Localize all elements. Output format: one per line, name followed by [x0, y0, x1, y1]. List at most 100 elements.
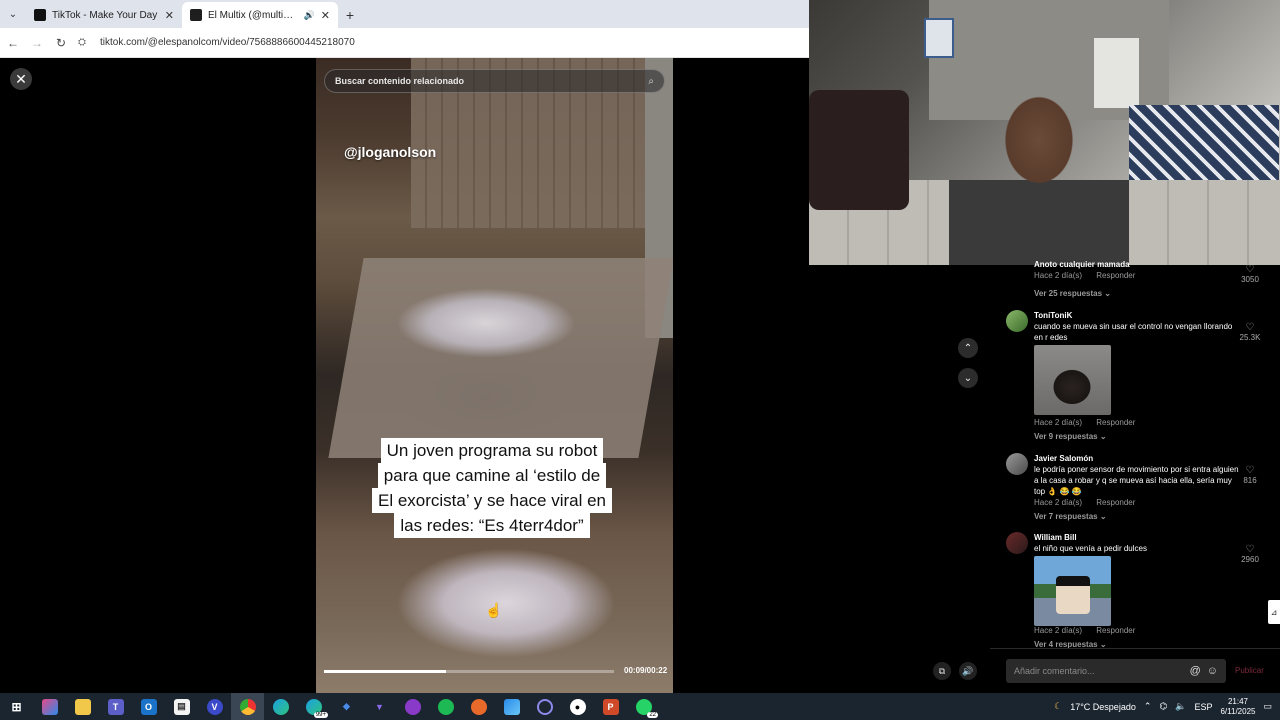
taskbar-app[interactable]	[528, 693, 561, 720]
comment-image-roblox[interactable]	[1034, 556, 1111, 626]
publish-button[interactable]: Publicar	[1235, 666, 1264, 675]
powerpoint-icon: P	[602, 698, 619, 715]
language-indicator[interactable]: ESP	[1194, 702, 1212, 712]
next-video-button[interactable]: ⌄	[958, 368, 978, 388]
chevron-up-icon[interactable]: ⌃	[1144, 701, 1152, 712]
comment-user[interactable]: ToniToniK	[1034, 311, 1072, 320]
tab-tiktok[interactable]: TikTok - Make Your Day ✕	[26, 2, 182, 28]
like-count: 3050	[1241, 275, 1259, 284]
close-tab-icon[interactable]: ✕	[165, 9, 174, 22]
taskbar-app[interactable]: ▼	[363, 693, 396, 720]
volume-tray-icon[interactable]: 🔈	[1175, 701, 1186, 712]
view-replies-link[interactable]: Ver 25 respuestas ⌄	[1034, 289, 1111, 298]
tab-list-chevron-icon[interactable]: ⌄	[0, 0, 26, 28]
caption-line: las redes: “Es 4terr4dor”	[394, 513, 590, 538]
reply-link[interactable]: Responder	[1096, 418, 1135, 427]
vpn-icon: V	[206, 698, 223, 715]
address-bar: ← → ↻ ⛭ tiktok.com/@elespanolcom/video/7…	[0, 28, 809, 58]
comment-meta: Hace 2 día(s) Responder	[1034, 418, 1147, 427]
vegas-icon: ▼	[375, 701, 384, 712]
taskbar-app[interactable]	[231, 693, 264, 720]
taskbar-app[interactable]	[495, 693, 528, 720]
badge-count: 99+	[313, 712, 328, 718]
search-icon[interactable]: ⌕	[648, 76, 654, 87]
comment-time: Hace 2 día(s)	[1034, 271, 1083, 280]
taskbar-app[interactable]	[429, 693, 462, 720]
taskbar-app[interactable]: ◆	[330, 693, 363, 720]
tiktok-icon	[34, 9, 46, 21]
clock-time: 21:47	[1227, 696, 1248, 706]
taskbar-app[interactable]: ▤	[165, 693, 198, 720]
related-search-input[interactable]: Buscar contenido relacionado ⌕	[324, 69, 665, 93]
screen: ⌄ TikTok - Make Your Day ✕ El Multix (@m…	[0, 0, 1280, 720]
video-caption: Un joven programa su robot para que cami…	[362, 438, 622, 538]
video-scene-figure	[396, 548, 616, 658]
taskbar-app[interactable]: V	[198, 693, 231, 720]
taskbar-app[interactable]: T	[99, 693, 132, 720]
back-arrow-icon[interactable]: ←	[6, 36, 20, 50]
comment-time: Hace 2 día(s)	[1034, 626, 1083, 635]
store-icon: ▤	[173, 698, 190, 715]
taskbar-app[interactable]	[264, 693, 297, 720]
side-panel-toggle[interactable]: ⊿	[1268, 600, 1280, 624]
taskbar-app[interactable]: 99+	[297, 693, 330, 720]
avatar[interactable]	[1006, 310, 1028, 332]
teams-icon: T	[107, 698, 124, 715]
reload-icon[interactable]: ↻	[54, 36, 68, 50]
mention-icon[interactable]: @	[1190, 665, 1201, 677]
comment-image-dog[interactable]	[1034, 345, 1111, 415]
notifications-icon[interactable]: ▭	[1263, 701, 1272, 712]
weather-text[interactable]: 17°C Despejado	[1070, 702, 1136, 712]
start-button[interactable]: ⊞	[0, 693, 33, 720]
new-tab-button[interactable]: +	[338, 2, 362, 28]
site-info-icon[interactable]: ⛭	[78, 37, 86, 48]
taskbar-app[interactable]: P	[594, 693, 627, 720]
video-progress-bar[interactable]	[324, 670, 614, 673]
taskbar-app[interactable]: ●	[561, 693, 594, 720]
taskbar-app[interactable]: 22	[627, 693, 660, 720]
like-button[interactable]: ♡ 816	[1233, 465, 1267, 485]
taskbar-app[interactable]	[33, 693, 66, 720]
comment-placeholder: Añadir comentario...	[1014, 666, 1095, 676]
webcam-overlay	[809, 0, 1280, 265]
copilot-icon	[41, 698, 58, 715]
comment-user[interactable]: Anoto cualquier mamada	[1034, 260, 1130, 269]
url-field[interactable]: tiktok.com/@elespanolcom/video/756888660…	[100, 37, 355, 48]
view-replies-link[interactable]: Ver 7 respuestas ⌄	[1034, 512, 1107, 521]
volume-icon[interactable]: 🔊	[959, 662, 977, 680]
reply-link[interactable]: Responder	[1096, 271, 1135, 280]
webcam-poster	[924, 18, 954, 58]
comment-input[interactable]: Añadir comentario... @ ☺	[1006, 659, 1226, 683]
like-button[interactable]: ♡ 2960	[1233, 544, 1267, 564]
comment-user[interactable]: William Bill	[1034, 533, 1077, 542]
network-icon[interactable]: ⌬	[1159, 701, 1167, 712]
comment-user[interactable]: Javier Salomón	[1034, 454, 1093, 463]
speaker-icon[interactable]: 🔊	[304, 10, 315, 21]
video-time: 00:09/00:22	[624, 666, 668, 675]
taskbar-app[interactable]	[462, 693, 495, 720]
mouse-cursor-icon: ☝	[485, 602, 503, 618]
like-button[interactable]: ♡ 25.3K	[1233, 322, 1267, 342]
obs-icon	[404, 698, 421, 715]
taskbar-app[interactable]	[66, 693, 99, 720]
taskbar-app[interactable]	[396, 693, 429, 720]
reply-link[interactable]: Responder	[1096, 626, 1135, 635]
clock[interactable]: 21:47 6/11/2025	[1220, 697, 1255, 717]
emoji-icon[interactable]: ☺	[1207, 665, 1218, 677]
close-player-button[interactable]: ✕	[10, 68, 32, 90]
system-tray: ☾ 17°C Despejado ⌃ ⌬ 🔈 ESP 21:47 6/11/20…	[1054, 693, 1280, 720]
tab-multix[interactable]: El Multix (@multix999) | Tik 🔊 ✕	[182, 2, 338, 28]
previous-video-button[interactable]: ⌃	[958, 338, 978, 358]
avatar[interactable]	[1006, 453, 1028, 475]
comments-panel: Anoto cualquier mamada Hace 2 día(s) Res…	[1000, 260, 1275, 650]
taskbar-app[interactable]: O	[132, 693, 165, 720]
like-button[interactable]: ♡ 3050	[1233, 264, 1267, 284]
avatar[interactable]	[1006, 532, 1028, 554]
pip-icon[interactable]: ⧉	[933, 662, 951, 680]
windows-taskbar: ⊞ T O ▤ V 99+ ◆ ▼ ● P 22 ☾ 17°C Despejad…	[0, 693, 1280, 720]
close-tab-icon[interactable]: ✕	[321, 9, 330, 22]
view-replies-link[interactable]: Ver 9 respuestas ⌄	[1034, 432, 1107, 441]
forward-arrow-icon[interactable]: →	[30, 36, 44, 50]
badge-count: 22	[647, 712, 658, 718]
reply-link[interactable]: Responder	[1096, 498, 1135, 507]
